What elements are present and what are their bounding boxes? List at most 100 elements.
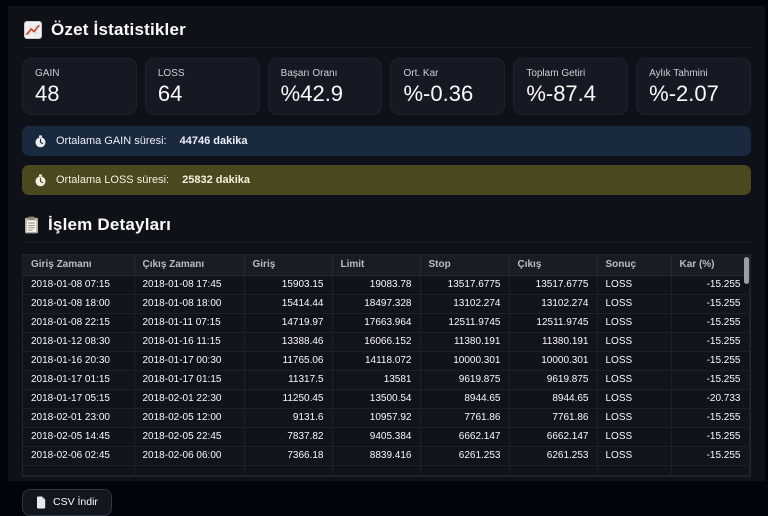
table-cell: -15.255 [670, 407, 750, 428]
table-cell: 8839.416 [331, 445, 421, 466]
table-cell-empty [243, 464, 333, 476]
stopwatch-icon [34, 173, 47, 187]
loss-duration-value: 25832 dakika [182, 174, 250, 187]
table-cell: LOSS [596, 369, 672, 390]
table-cell: LOSS [596, 445, 672, 466]
table-cell: 13102.274 [508, 293, 598, 314]
table-cell: -15.255 [670, 369, 750, 390]
table-row: 2018-01-16 20:30 2018-01-17 00:30 11765.06… [23, 350, 750, 371]
table-cell: 2018-01-08 07:15 [23, 274, 135, 295]
table-cell: 9405.384 [331, 426, 421, 447]
table-row: 2018-02-06 02:45 2018-02-06 06:00 7366.18 8… [23, 445, 750, 466]
table-cell: -15.255 [670, 331, 750, 352]
stat-card-label: Başarı Oranı [280, 68, 338, 79]
table-cell-empty [670, 464, 750, 476]
table-cell: 7761.86 [419, 407, 510, 428]
table-cell: LOSS [596, 426, 672, 447]
table-cell: 2018-01-11 07:15 [133, 312, 245, 333]
table-row: 2018-02-01 23:00 2018-02-05 12:00 9131.6 10… [23, 407, 750, 428]
stat-card-value: 48 [35, 81, 60, 106]
table-cell: LOSS [596, 312, 672, 333]
table-cell: 17663.964 [331, 312, 421, 333]
table-cell: 13388.46 [243, 331, 333, 352]
table-cell: 10957.92 [331, 407, 421, 428]
column-header[interactable]: Çıkış [508, 255, 598, 276]
table-cell: 8944.65 [508, 388, 598, 409]
table-empty-row [23, 464, 750, 476]
stat-card-ort-kar: Ort. Kar %-0.36 [390, 58, 506, 116]
table-cell: 7837.82 [243, 426, 333, 447]
table-row: 2018-01-08 22:15 2018-01-11 07:15 14719.97… [23, 312, 750, 333]
table-cell: LOSS [596, 331, 672, 352]
column-header[interactable]: Giriş Zamanı [23, 255, 135, 276]
table-scrollbar[interactable] [744, 257, 749, 285]
clipboard-icon [24, 216, 39, 234]
gain-duration-value: 44746 dakika [179, 135, 248, 148]
table-cell: 2018-01-16 20:30 [23, 350, 135, 371]
table-cell: 2018-02-06 06:00 [133, 445, 245, 466]
table-cell: 10000.301 [508, 350, 598, 371]
stat-card-value: %-0.36 [403, 81, 474, 106]
table-cell: 14118.072 [331, 350, 421, 371]
table-cell: 7761.86 [508, 407, 598, 428]
chart-icon [24, 21, 42, 39]
table-cell: 13500.54 [331, 388, 421, 409]
table-cell-empty [133, 464, 245, 476]
table-cell: 2018-02-05 22:45 [133, 426, 245, 447]
table-cell-empty [419, 464, 510, 476]
table-cell: 12511.9745 [508, 312, 598, 333]
table-cell: 7366.18 [243, 445, 333, 466]
table-cell: 2018-01-08 17:45 [133, 274, 245, 295]
table-cell: 2018-01-12 08:30 [23, 331, 135, 352]
table-cell: 11380.191 [508, 331, 598, 352]
table-cell: -15.255 [670, 312, 750, 333]
table-cell: 2018-01-16 11:15 [133, 331, 245, 352]
table-cell: 18497.328 [331, 293, 421, 314]
stat-card-label: LOSS [157, 68, 185, 79]
table-row: 2018-01-08 07:15 2018-01-08 17:45 15903.15… [23, 274, 750, 295]
table-cell: 15903.15 [243, 274, 333, 295]
stopwatch-icon [34, 134, 47, 148]
table-cell: 13517.6775 [419, 274, 510, 295]
table-cell: -15.255 [670, 293, 750, 314]
loss-duration-label: Ortalama LOSS süresi: [56, 174, 170, 187]
gain-duration-bar: Ortalama GAIN süresi: 44746 dakika [22, 126, 751, 157]
stat-card-label: Toplam Getiri [526, 68, 586, 79]
csv-download-button[interactable]: CSV İndir [22, 488, 112, 516]
table-cell: 2018-01-17 01:15 [133, 369, 245, 390]
stat-card-ayl-k-tahmini: Aylık Tahmini %-2.07 [636, 58, 751, 116]
column-header[interactable]: Sonuç [596, 255, 672, 276]
stats-cards: GAIN 48 LOSS 64 Başarı Oranı %42.9 Ort. Kar %-0… [22, 58, 751, 116]
column-header[interactable]: Limit [331, 255, 421, 276]
table-cell: LOSS [596, 350, 672, 371]
table-cell: 6261.253 [419, 445, 510, 466]
table-cell: 13102.274 [419, 293, 510, 314]
table-cell: -15.255 [670, 426, 750, 447]
details-section-header: İşlem Detayları [22, 209, 751, 244]
table-cell: 2018-01-17 01:15 [23, 369, 135, 390]
table-row: 2018-01-17 05:15 2018-02-01 22:30 11250.45… [23, 388, 750, 409]
table-cell: 2018-02-06 02:45 [23, 445, 135, 466]
table-cell: 2018-01-08 22:15 [23, 312, 135, 333]
column-header[interactable]: Stop [419, 255, 510, 276]
table-cell: 6662.147 [419, 426, 510, 447]
stat-card-value: %42.9 [280, 81, 344, 106]
stat-card-label: Ort. Kar [403, 68, 439, 79]
column-header[interactable]: Giriş [243, 255, 333, 276]
stat-card-label: GAIN [35, 68, 60, 79]
table-cell: -15.255 [670, 274, 750, 295]
summary-title: Özet İstatistikler [51, 20, 186, 39]
table-cell: 14719.97 [243, 312, 333, 333]
table-cell: LOSS [596, 407, 672, 428]
summary-section-header: Özet İstatistikler [22, 14, 751, 48]
table-cell: 2018-02-01 23:00 [23, 407, 135, 428]
trades-table: Giriş Zamanı Çıkış Zamanı Giriş Limit Stop Çı… [22, 254, 751, 477]
stat-card-gain: GAIN 48 [22, 58, 137, 116]
column-header[interactable]: Kar (%) [670, 255, 750, 276]
table-cell: 2018-01-08 18:00 [23, 293, 135, 314]
table-cell: 11765.06 [243, 350, 333, 371]
table-cell: 9619.875 [419, 369, 510, 390]
stat-card-value: %-2.07 [649, 81, 719, 106]
column-header[interactable]: Çıkış Zamanı [133, 255, 245, 276]
table-row: 2018-01-08 18:00 2018-01-08 18:00 15414.44… [23, 293, 750, 314]
